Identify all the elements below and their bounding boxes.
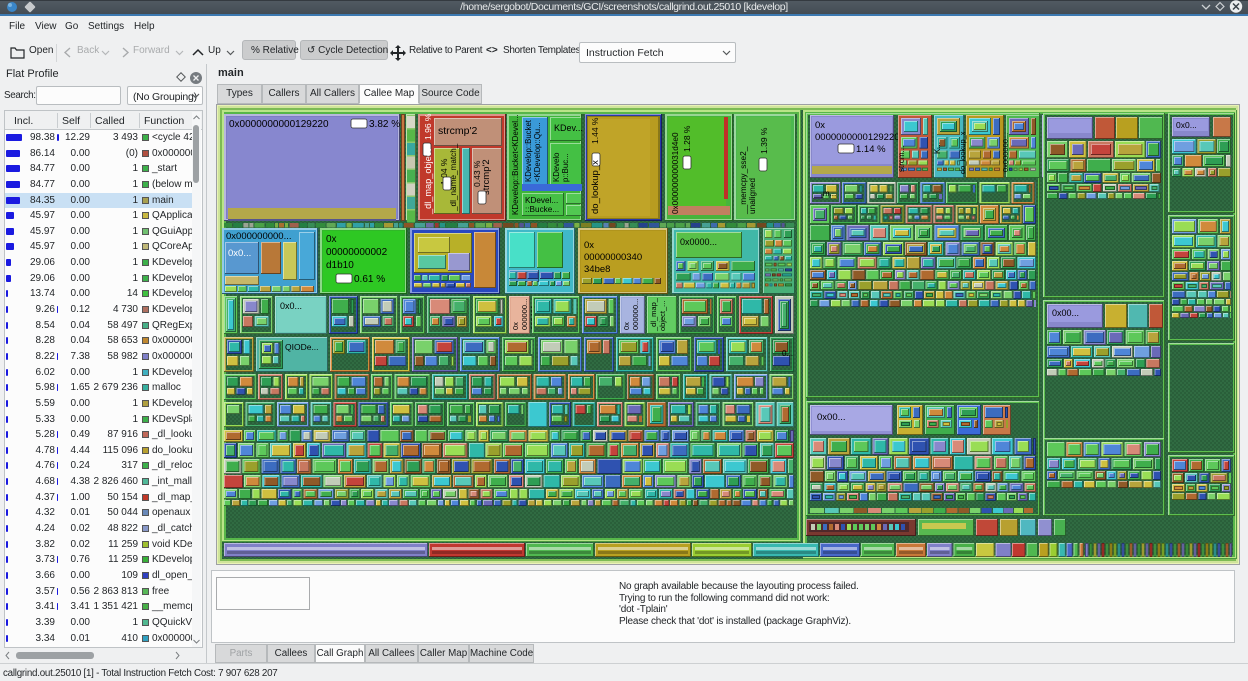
svg-text:0x000000000031d4e0: 0x000000000031d4e0: [671, 132, 680, 214]
svg-text:1.44 %: 1.44 %: [590, 117, 600, 144]
svg-text:00000000340: 00000000340: [584, 252, 642, 263]
svg-text:_dl_map_object: _dl_map_object: [423, 149, 433, 215]
svg-text:1.28 %: 1.28 %: [682, 125, 692, 152]
svg-text:strcm...: strcm...: [897, 146, 906, 172]
svg-text:0.43 %: 0.43 %: [472, 160, 482, 187]
svg-text:0x000000...: 0x000000...: [1001, 133, 1010, 172]
svg-text:KDevel...: KDevel...: [525, 196, 558, 205]
svg-text:KDevelop::Bucket: KDevelop::Bucket: [524, 119, 533, 182]
svg-text:KDevelop::Bucket<KDevel...: KDevelop::Bucket<KDevel...: [511, 114, 520, 215]
svg-text:do_lookup_x: do_lookup_x: [958, 131, 967, 174]
svg-text:do_lookup_x: do_lookup_x: [590, 160, 601, 214]
svg-text:0x: 0x: [584, 240, 594, 251]
svg-text:000000...: 000000...: [631, 299, 640, 330]
svg-text:0x: 0x: [326, 234, 337, 245]
svg-text:000000...: 000000...: [520, 299, 529, 330]
svg-text:unaligned: unaligned: [747, 178, 757, 214]
svg-text:0000000000129220: 0000000000129220: [815, 132, 900, 143]
svg-text:0x0...: 0x0...: [228, 248, 251, 259]
svg-text:K...: K...: [933, 142, 942, 154]
svg-text:1.14 %: 1.14 %: [856, 144, 886, 155]
svg-text:__m...: __m...: [813, 189, 836, 198]
svg-text:0x: 0x: [815, 120, 825, 131]
svg-text:34be8: 34be8: [584, 264, 610, 275]
svg-text:0x00...: 0x00...: [817, 412, 846, 423]
svg-text:::Bucke...: ::Bucke...: [525, 205, 559, 214]
svg-text:0x: 0x: [622, 322, 631, 330]
svg-text:1.96 %: 1.96 %: [423, 113, 433, 140]
svg-text:<KDevelop::Qu...: <KDevelop::Qu...: [533, 122, 542, 182]
svg-text:QIODe...: QIODe...: [285, 342, 319, 352]
svg-text:0x: 0x: [511, 322, 520, 330]
svg-text:00000000002: 00000000002: [326, 247, 388, 258]
svg-text:1.39 %: 1.39 %: [759, 127, 769, 154]
svg-text:strcmp'2: strcmp'2: [438, 125, 478, 137]
svg-text:_dl_map_: _dl_map_: [649, 297, 658, 332]
svg-text:strcmp'2: strcmp'2: [481, 159, 492, 195]
svg-text:0...: 0...: [782, 349, 793, 358]
svg-text:KDev...: KDev...: [554, 123, 583, 133]
svg-text:p::Buc...: p::Buc...: [561, 153, 570, 182]
svg-text:object_...: object_...: [658, 301, 667, 331]
svg-text:0x0000...: 0x0000...: [680, 237, 717, 247]
svg-text:0.61 %: 0.61 %: [354, 274, 385, 285]
svg-text:0x000000000...: 0x000000000...: [226, 231, 292, 242]
svg-text:KDevelo: KDevelo: [552, 152, 561, 182]
svg-text:0x0...: 0x0...: [280, 301, 302, 311]
svg-text:0x00...: 0x00...: [1052, 308, 1079, 318]
svg-text:0x0000000000129220: 0x0000000000129220: [229, 119, 329, 130]
svg-text:3.82 %: 3.82 %: [369, 119, 400, 130]
svg-text:d1b10: d1b10: [326, 260, 354, 271]
